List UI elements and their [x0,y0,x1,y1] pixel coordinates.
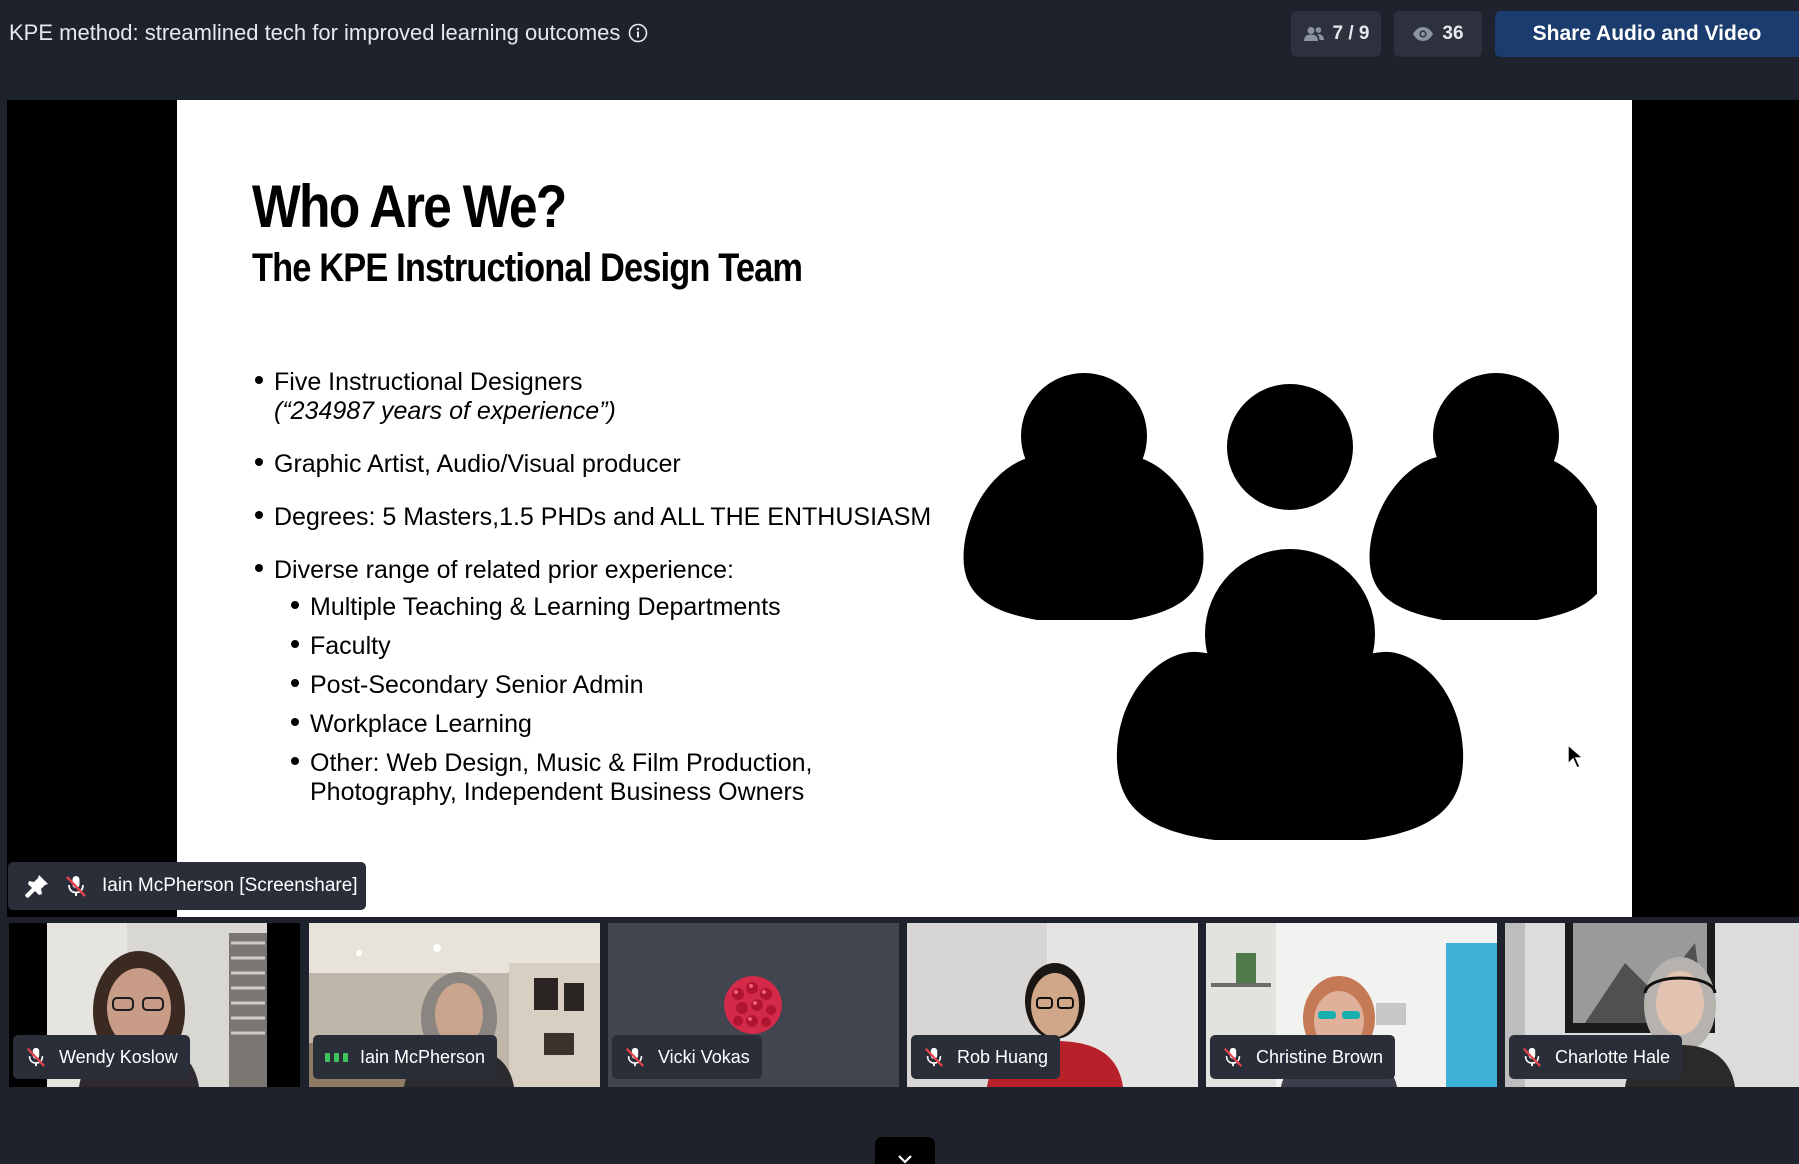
mouse-cursor-icon [1567,744,1585,769]
chevron-down-icon [898,1155,912,1164]
mic-muted-icon [26,1047,46,1067]
screenshare-stage: Who Are We? The KPE Instructional Design… [7,100,1799,917]
participant-tile[interactable]: Wendy Koslow [9,923,300,1087]
presentation-slide: Who Are We? The KPE Instructional Design… [177,100,1632,917]
bullet-item: Five Instructional Designers (“234987 ye… [252,368,932,426]
participant-tile[interactable]: Iain McPherson [309,923,600,1087]
participant-name-tag: Charlotte Hale [1509,1035,1683,1079]
group-people-icon [963,373,1597,840]
nested-bullet-item: Post-Secondary Senior Admin [288,671,932,700]
participant-tile[interactable]: Rob Huang [907,923,1198,1087]
viewers-count-button[interactable]: 36 [1394,11,1482,57]
meeting-header: KPE method: streamlined tech for improve… [0,0,1799,66]
meeting-title: KPE method: streamlined tech for improve… [9,20,648,46]
slide-bullets: Five Instructional Designers (“234987 ye… [252,368,932,817]
slide-subtitle: The KPE Instructional Design Team [252,246,803,290]
eye-icon [1413,27,1434,41]
participants-count-button[interactable]: 7 / 9 [1291,11,1381,57]
bullet-item: Degrees: 5 Masters,1.5 PHDs and ALL THE … [252,503,932,532]
participant-name-tag: Iain McPherson [313,1035,498,1079]
pin-icon[interactable] [24,873,50,899]
participant-strip: Wendy Koslow Iain McPherson Vicki Vokas … [9,923,1799,1087]
mic-muted-icon [625,1047,645,1067]
mic-muted-icon [1522,1047,1542,1067]
participant-tile[interactable]: Vicki Vokas [608,923,899,1087]
mic-muted-icon [66,876,86,897]
mic-muted-icon [924,1047,944,1067]
collapse-tray-button[interactable] [875,1137,935,1164]
screenshare-label[interactable]: Iain McPherson [Screenshare] [8,862,366,910]
share-audio-video-button[interactable]: Share Audio and Video [1495,11,1799,57]
bullet-item: Diverse range of related prior experienc… [252,556,932,585]
nested-bullet-item: Other: Web Design, Music & Film Producti… [288,749,870,807]
participant-name-tag: Vicki Vokas [612,1035,762,1079]
mic-muted-icon [1223,1047,1243,1067]
bullet-item: Graphic Artist, Audio/Visual producer [252,450,932,479]
info-icon[interactable] [628,23,648,43]
speaking-indicator-icon [325,1052,348,1062]
participant-tile[interactable]: Charlotte Hale [1505,923,1799,1087]
avatar [724,976,782,1034]
participant-tile[interactable]: Christine Brown [1206,923,1497,1087]
slide-title: Who Are We? [252,173,567,240]
nested-bullet-item: Multiple Teaching & Learning Departments [288,593,932,622]
people-icon [1303,27,1324,41]
participant-name-tag: Rob Huang [911,1035,1061,1079]
nested-bullet-item: Faculty [288,632,932,661]
nested-bullet-item: Workplace Learning [288,710,932,739]
participant-name-tag: Christine Brown [1210,1035,1396,1079]
participant-name-tag: Wendy Koslow [13,1035,190,1079]
